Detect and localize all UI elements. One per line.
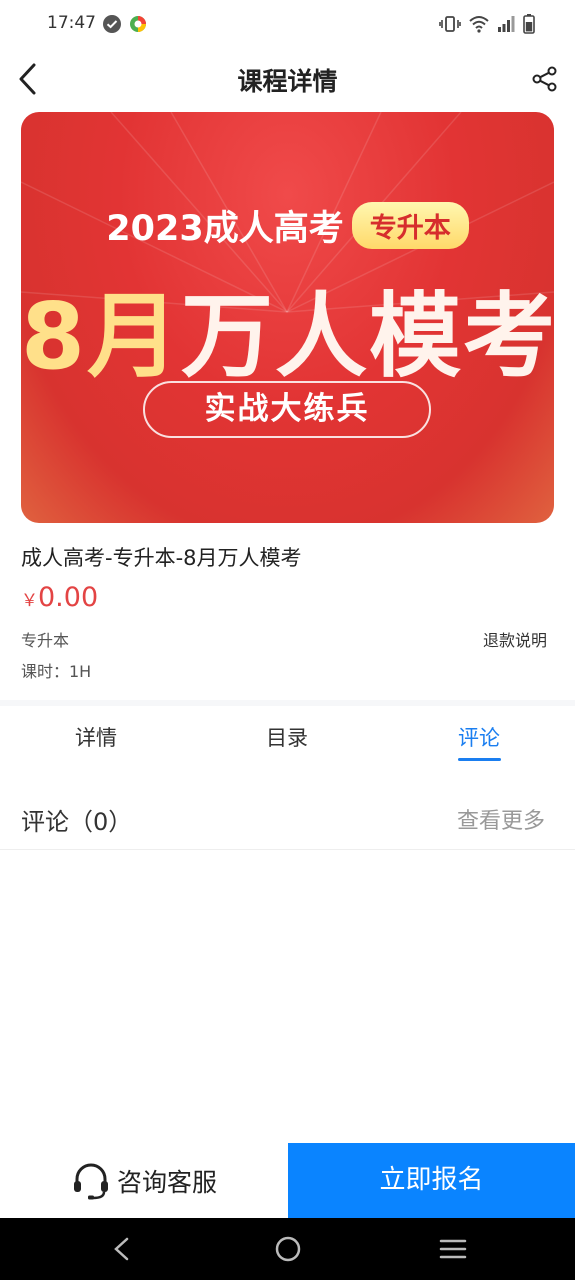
nav-home-icon[interactable]	[274, 1236, 302, 1264]
price-value: 0.00	[38, 582, 99, 613]
vibrate-icon	[439, 16, 461, 32]
banner-main-text: 8月万人模考	[21, 262, 554, 395]
status-time: 17:47	[47, 13, 96, 33]
comments-title: 评论（0）	[21, 808, 133, 836]
banner-slogan-pill: 实战大练兵	[143, 381, 431, 438]
view-more-link[interactable]: 查看更多	[457, 803, 545, 835]
app-colorful-icon	[130, 16, 146, 32]
banner-year-text: 2023成人高考	[106, 209, 344, 249]
banner-headline-row: 2023成人高考 专升本	[21, 200, 554, 251]
comments-header: 评论（0） 查看更多	[0, 790, 575, 850]
tab-details[interactable]: 详情	[75, 722, 117, 752]
course-tabs: 详情 目录 评论	[0, 706, 575, 768]
banner-exam: 万人模考	[181, 283, 554, 390]
consult-service-button[interactable]: 咨询客服	[0, 1143, 288, 1218]
banner-month: 8月	[21, 283, 182, 390]
share-button[interactable]	[531, 65, 559, 93]
share-icon	[532, 66, 557, 92]
refund-info-link[interactable]: 退款说明	[483, 627, 547, 651]
consult-label: 咨询客服	[116, 1167, 217, 1197]
tab-comments[interactable]: 评论	[458, 722, 500, 752]
wifi-icon	[469, 16, 489, 33]
nav-back-icon[interactable]	[110, 1236, 134, 1262]
status-right-icons	[439, 14, 535, 34]
status-left-icons	[102, 14, 148, 34]
top-app-bar: 课程详情	[0, 48, 575, 110]
battery-icon	[523, 14, 535, 34]
course-hours: 课时：1H	[21, 662, 92, 681]
system-nav-bar	[0, 1218, 575, 1280]
active-tab-indicator	[458, 758, 501, 761]
course-title: 成人高考-专升本-8月万人模考	[21, 546, 302, 570]
tab-catalog[interactable]: 目录	[266, 722, 308, 752]
course-category: 专升本	[21, 631, 70, 650]
course-price: ￥0.00	[21, 582, 98, 613]
enroll-now-button[interactable]: 立即报名	[288, 1143, 575, 1218]
page-title: 课程详情	[237, 67, 338, 96]
price-currency: ￥	[21, 591, 38, 611]
headset-icon	[73, 1163, 108, 1199]
course-banner-image: 2023成人高考 专升本 8月万人模考 实战大练兵	[21, 112, 554, 523]
status-bar: 17:47	[0, 0, 575, 48]
banner-badge: 专升本	[351, 202, 469, 249]
bottom-action-bar: 咨询客服 立即报名	[0, 1143, 575, 1218]
signal-icon	[498, 16, 515, 32]
nav-menu-icon[interactable]	[439, 1236, 467, 1262]
check-circle-icon	[103, 15, 121, 33]
